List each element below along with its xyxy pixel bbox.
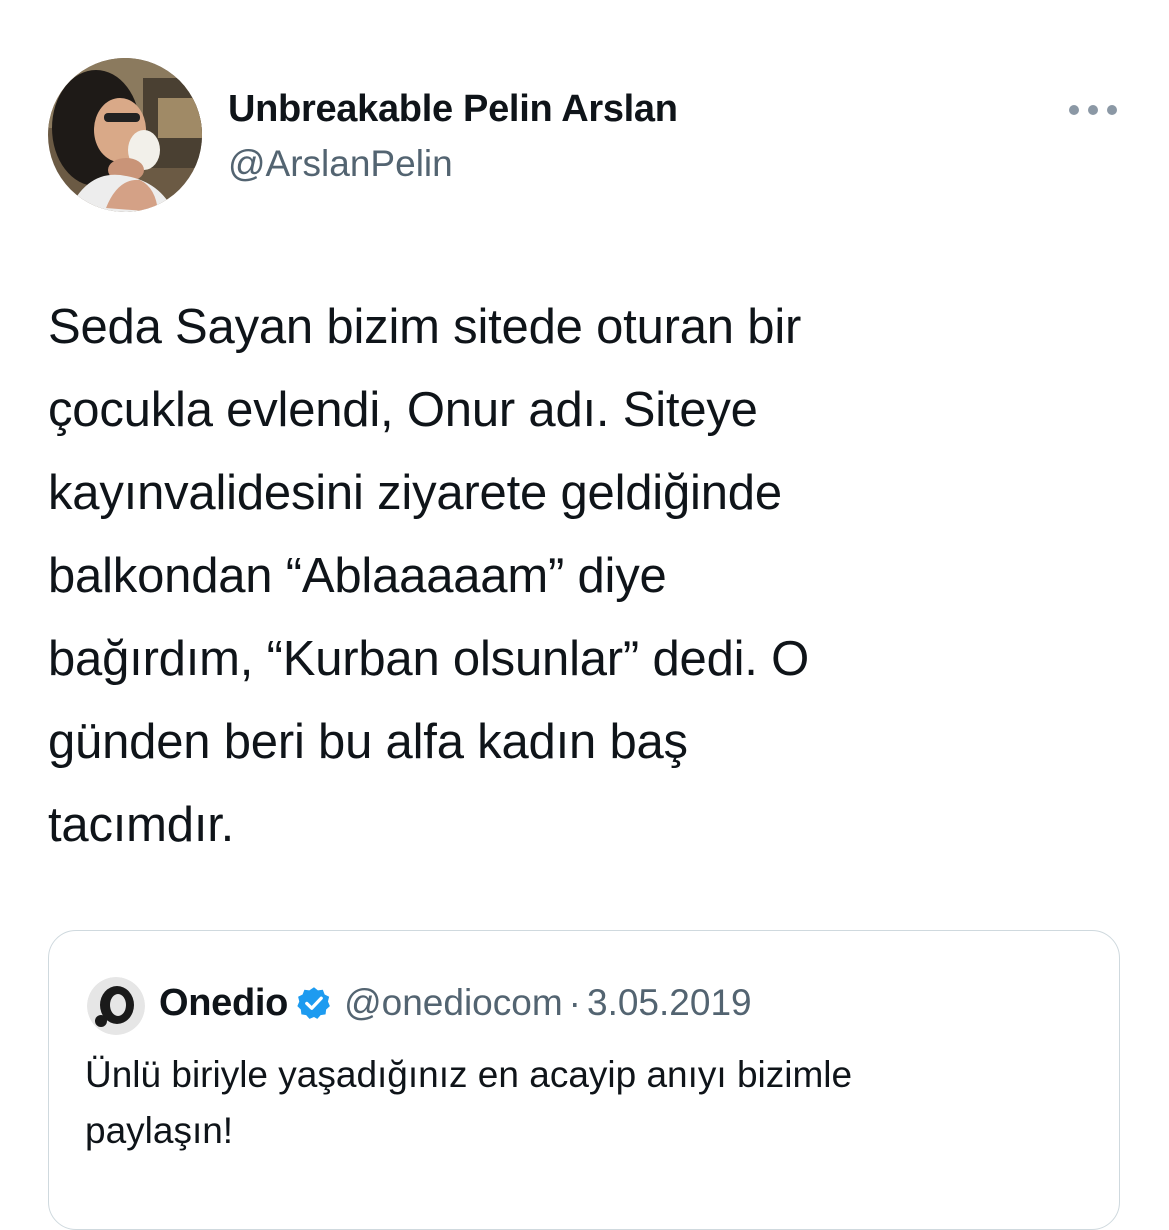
author-handle[interactable]: @ArslanPelin bbox=[228, 143, 453, 185]
more-horizontal-icon bbox=[1069, 105, 1117, 115]
tweet: Unbreakable Pelin Arslan @ArslanPelin Se… bbox=[0, 0, 1169, 1230]
quoted-display-name[interactable]: Onedio bbox=[159, 982, 288, 1025]
quoted-tweet-card[interactable]: Onedio @onediocom · 3.05.2019 Ünlü biriy… bbox=[48, 930, 1120, 1230]
author-avatar[interactable] bbox=[48, 58, 202, 212]
quoted-handle[interactable]: @onediocom bbox=[344, 982, 563, 1024]
quoted-separator: · bbox=[568, 982, 581, 1023]
quoted-date[interactable]: 3.05.2019 bbox=[587, 982, 752, 1024]
quoted-tweet-header: Onedio @onediocom · 3.05.2019 bbox=[159, 979, 752, 1027]
tweet-text: Seda Sayan bizim sitede oturan bir çocuk… bbox=[48, 300, 810, 852]
author-display-name[interactable]: Unbreakable Pelin Arslan bbox=[228, 88, 678, 131]
quoted-tweet-text: Ünlü biriyle yaşadığınız en acayip anıyı… bbox=[85, 1054, 853, 1151]
more-options-button[interactable] bbox=[1062, 90, 1124, 130]
quoted-author-avatar[interactable] bbox=[87, 977, 145, 1035]
verified-badge-icon bbox=[297, 987, 330, 1019]
